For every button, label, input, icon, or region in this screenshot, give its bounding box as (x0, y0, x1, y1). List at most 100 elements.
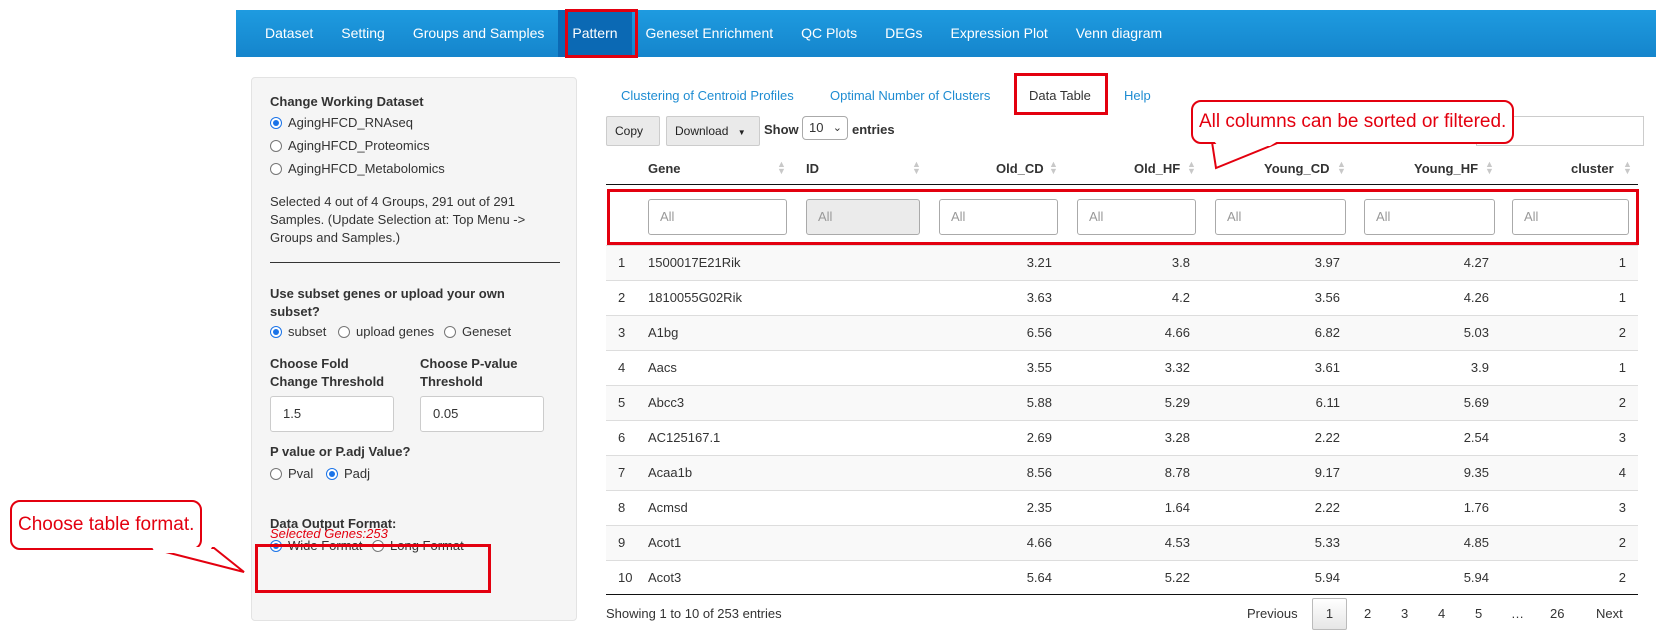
filter-young-cd-input[interactable]: All (1215, 199, 1346, 235)
nav-dataset[interactable]: Dataset (251, 10, 327, 57)
radio-icon[interactable] (338, 325, 350, 338)
pagination-ellipsis: … (1511, 606, 1524, 621)
cell-young-hf: 3.9 (1470, 360, 1489, 375)
cell-old-cd: 6.56 (1026, 325, 1052, 340)
cell-old-cd: 3.55 (1026, 360, 1052, 375)
nav-groups-and-samples[interactable]: Groups and Samples (399, 10, 559, 57)
nav-venn-diagram[interactable]: Venn diagram (1062, 10, 1176, 57)
entries-length-select[interactable]: 10 ⌄ (802, 116, 848, 140)
radio-icon[interactable] (444, 325, 456, 338)
pvalue-input[interactable]: 0.05 (420, 396, 544, 432)
cell-old-cd: 2.69 (1026, 430, 1052, 445)
subset-option-upload-genes[interactable]: upload genes (338, 324, 434, 339)
dataset-option-rnaseq[interactable]: AgingHFCD_RNAseq (270, 115, 413, 130)
pagination-page-1[interactable]: 1 (1312, 598, 1347, 630)
tab-clustering-centroid[interactable]: Clustering of Centroid Profiles (621, 88, 794, 103)
cell-young-cd: 3.56 (1314, 290, 1340, 305)
sort-icon[interactable]: ▲ ▼ (1337, 160, 1346, 176)
ptype-option-pval[interactable]: Pval (270, 466, 313, 481)
format-highlight-box (255, 544, 491, 593)
cell-row-index: 2 (618, 290, 626, 305)
tab-help[interactable]: Help (1124, 88, 1151, 103)
radio-selected-icon[interactable] (270, 116, 282, 129)
subset-option-subset[interactable]: subset (270, 324, 326, 339)
table-row: 10 Acot3 5.64 5.22 5.94 5.94 2 (606, 560, 1638, 595)
fold-change-label-line-1: Choose Fold (270, 356, 349, 371)
ptype-option-padj[interactable]: Padj (326, 466, 370, 481)
nav-setting[interactable]: Setting (327, 10, 399, 57)
cell-gene: 1810055G02Rik (648, 290, 742, 305)
cell-old-cd: 5.88 (1026, 395, 1052, 410)
radio-icon[interactable] (270, 162, 282, 175)
col-header-young-hf[interactable]: Young_HF (1414, 161, 1478, 176)
dataset-label: Change Working Dataset (270, 94, 424, 109)
cell-cluster: 4 (1618, 465, 1626, 480)
chevron-down-icon: ⌄ (832, 122, 842, 134)
pagination-page-2[interactable]: 2 (1364, 606, 1371, 621)
fold-change-input[interactable]: 1.5 (270, 396, 394, 432)
filter-old-cd-input[interactable]: All (939, 199, 1058, 235)
copy-button[interactable]: Copy (606, 116, 660, 146)
subset-option-geneset[interactable]: Geneset (444, 324, 511, 339)
radio-selected-icon[interactable] (326, 467, 338, 480)
radio-icon[interactable] (270, 139, 282, 152)
filter-young-hf-input[interactable]: All (1364, 199, 1495, 235)
sort-icon[interactable]: ▲ ▼ (777, 160, 786, 176)
cell-cluster: 1 (1618, 290, 1626, 305)
selection-info-line-3: Groups and Samples.) (270, 230, 401, 245)
pagination-previous[interactable]: Previous (1247, 606, 1298, 621)
col-header-cluster[interactable]: cluster (1571, 161, 1614, 176)
table-bottom-divider (606, 594, 1638, 595)
sort-icon[interactable]: ▲ ▼ (1187, 160, 1196, 176)
pagination-next[interactable]: Next (1596, 606, 1623, 621)
dataset-option-metabolomics[interactable]: AgingHFCD_Metabolomics (270, 161, 445, 176)
sort-icon[interactable]: ▲ ▼ (1623, 160, 1632, 176)
cell-row-index: 10 (618, 570, 633, 585)
table-row: 1 1500017E21Rik 3.21 3.8 3.97 4.27 1 (606, 245, 1638, 280)
pagination-page-26[interactable]: 26 (1550, 606, 1564, 621)
cell-cluster: 2 (1618, 535, 1626, 550)
cell-old-hf: 8.78 (1164, 465, 1190, 480)
nav-expression-plot[interactable]: Expression Plot (937, 10, 1062, 57)
sort-icon[interactable]: ▲ ▼ (912, 160, 921, 176)
download-button[interactable]: Download ▼ (666, 116, 760, 146)
sort-icon[interactable]: ▲ ▼ (1049, 160, 1058, 176)
cell-gene: AC125167.1 (648, 430, 721, 445)
dataset-option-proteomics[interactable]: AgingHFCD_Proteomics (270, 138, 430, 153)
nav-degs[interactable]: DEGs (871, 10, 936, 57)
col-header-old-hf[interactable]: Old_HF (1134, 161, 1180, 176)
table-row: 8 Acmsd 2.35 1.64 2.22 1.76 3 (606, 490, 1638, 525)
col-header-young-cd[interactable]: Young_CD (1264, 161, 1329, 176)
col-header-gene[interactable]: Gene (648, 161, 681, 176)
nav-geneset-enrichment[interactable]: Geneset Enrichment (632, 10, 788, 57)
cell-young-hf: 1.76 (1463, 500, 1489, 515)
selection-info-line-1: Selected 4 out of 4 Groups, 291 out of 2… (270, 194, 516, 209)
cell-row-index: 1 (618, 255, 626, 270)
tab-optimal-clusters[interactable]: Optimal Number of Clusters (830, 88, 990, 103)
pagination-page-5[interactable]: 5 (1475, 606, 1482, 621)
filter-old-hf-input[interactable]: All (1077, 199, 1196, 235)
col-header-old-cd[interactable]: Old_CD (996, 161, 1044, 176)
cell-young-hf: 4.27 (1463, 255, 1489, 270)
pvalue-label-line-2: Threshold (420, 374, 483, 389)
radio-selected-icon[interactable] (270, 325, 282, 338)
sort-icon[interactable]: ▲ ▼ (1485, 160, 1494, 176)
cell-gene: Abcc3 (648, 395, 685, 410)
cell-row-index: 3 (618, 325, 626, 340)
table-info-text: Showing 1 to 10 of 253 entries (606, 606, 782, 621)
data-table-highlight-box (1014, 73, 1108, 115)
filter-cluster-input[interactable]: All (1512, 199, 1629, 235)
col-header-id[interactable]: ID (806, 161, 819, 176)
radio-icon[interactable] (270, 467, 282, 480)
cell-gene: Acot3 (648, 570, 682, 585)
cell-old-hf: 5.29 (1164, 395, 1190, 410)
subset-label-line-2: subset? (270, 304, 320, 319)
filter-gene-input[interactable]: All (648, 199, 787, 235)
cell-gene: 1500017E21Rik (648, 255, 741, 270)
pagination-page-3[interactable]: 3 (1401, 606, 1408, 621)
filter-id-input: All (806, 199, 920, 235)
cell-young-hf: 4.26 (1463, 290, 1489, 305)
nav-qc-plots[interactable]: QC Plots (787, 10, 871, 57)
pagination-page-4[interactable]: 4 (1438, 606, 1445, 621)
cell-cluster: 3 (1618, 430, 1626, 445)
